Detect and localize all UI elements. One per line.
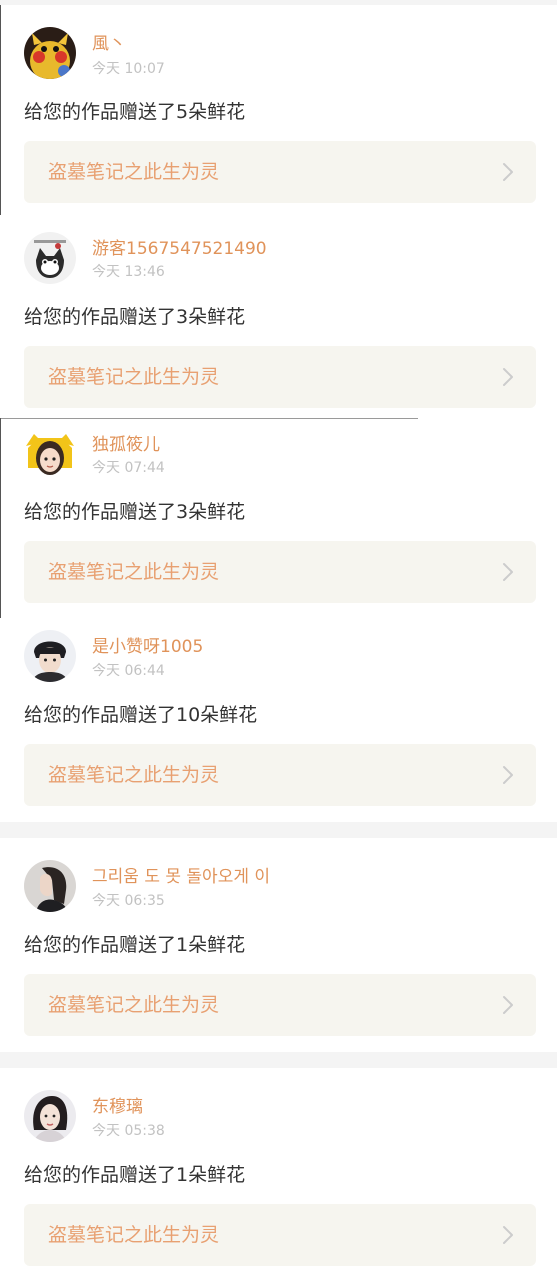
work-title: 盗墓笔记之此生为灵 [48,561,220,583]
screenshot-seam [0,5,1,215]
username[interactable]: 游客1567547521490 [92,238,267,260]
separator [0,822,557,838]
work-link[interactable]: 盗墓笔记之此生为灵 [24,541,536,603]
work-title: 盗墓笔记之此生为灵 [48,366,220,388]
chevron-right-icon [502,1225,514,1245]
gift-message: 给您的作品赠送了1朵鲜花 [24,1164,246,1186]
timestamp: 今天 06:35 [92,893,165,909]
cat-avatar-icon[interactable] [24,232,76,284]
timestamp: 今天 13:46 [92,264,165,280]
gift-notification-item: 是小赞呀1005 今天 06:44 给您的作品赠送了10朵鲜花 盗墓笔记之此生为… [0,618,557,822]
chevron-right-icon [502,995,514,1015]
cartoon-girl-avatar-icon[interactable] [24,428,76,480]
username[interactable]: 그리움 도 못 돌아오게 이 [92,866,270,888]
timestamp: 今天 07:44 [92,460,165,476]
chevron-right-icon [502,765,514,785]
work-title: 盗墓笔记之此生为灵 [48,1224,220,1246]
work-link[interactable]: 盗墓笔记之此生为灵 [24,974,536,1036]
timestamp: 今天 06:44 [92,663,165,679]
screenshot-seam [0,418,418,419]
gift-notification-item: 그리움 도 못 돌아오게 이 今天 06:35 给您的作品赠送了1朵鲜花 盗墓笔… [0,838,557,1052]
boy-portrait-avatar-icon[interactable] [24,630,76,682]
separator [0,1052,557,1068]
chevron-right-icon [502,162,514,182]
profile-girl-avatar-icon[interactable] [24,860,76,912]
chevron-right-icon [502,562,514,582]
work-link[interactable]: 盗墓笔记之此生为灵 [24,141,536,203]
gift-notification-item: 东穆璃 今天 05:38 给您的作品赠送了1朵鲜花 盗墓笔记之此生为灵 [0,1068,557,1280]
chevron-right-icon [502,367,514,387]
username[interactable]: 是小赞呀1005 [92,636,203,658]
gift-message: 给您的作品赠送了5朵鲜花 [24,101,246,123]
screenshot-seam [0,418,1,618]
gift-message: 给您的作品赠送了3朵鲜花 [24,306,246,328]
work-title: 盗墓笔记之此生为灵 [48,764,220,786]
gift-notification-item: 風丶 今天 10:07 给您的作品赠送了5朵鲜花 盗墓笔记之此生为灵 [0,5,557,210]
gift-message: 给您的作品赠送了10朵鲜花 [24,704,258,726]
username[interactable]: 風丶 [92,33,126,55]
work-link[interactable]: 盗墓笔记之此生为灵 [24,744,536,806]
work-link[interactable]: 盗墓笔记之此生为灵 [24,1204,536,1266]
timestamp: 今天 05:38 [92,1123,165,1139]
username[interactable]: 独孤筱儿 [92,434,160,456]
gift-message: 给您的作品赠送了1朵鲜花 [24,934,246,956]
work-title: 盗墓笔记之此生为灵 [48,994,220,1016]
gift-message: 给您的作品赠送了3朵鲜花 [24,501,246,523]
woman-portrait-avatar-icon[interactable] [24,1090,76,1142]
work-link[interactable]: 盗墓笔记之此生为灵 [24,346,536,408]
timestamp: 今天 10:07 [92,61,165,77]
pikachu-avatar-icon[interactable] [24,27,76,79]
gift-notification-item: 独孤筱儿 今天 07:44 给您的作品赠送了3朵鲜花 盗墓笔记之此生为灵 [0,418,557,618]
gift-notification-feed: 風丶 今天 10:07 给您的作品赠送了5朵鲜花 盗墓笔记之此生为灵 游客156… [0,0,557,1280]
gift-notification-item: 游客1567547521490 今天 13:46 给您的作品赠送了3朵鲜花 盗墓… [0,210,557,418]
work-title: 盗墓笔记之此生为灵 [48,161,220,183]
username[interactable]: 东穆璃 [92,1096,143,1118]
